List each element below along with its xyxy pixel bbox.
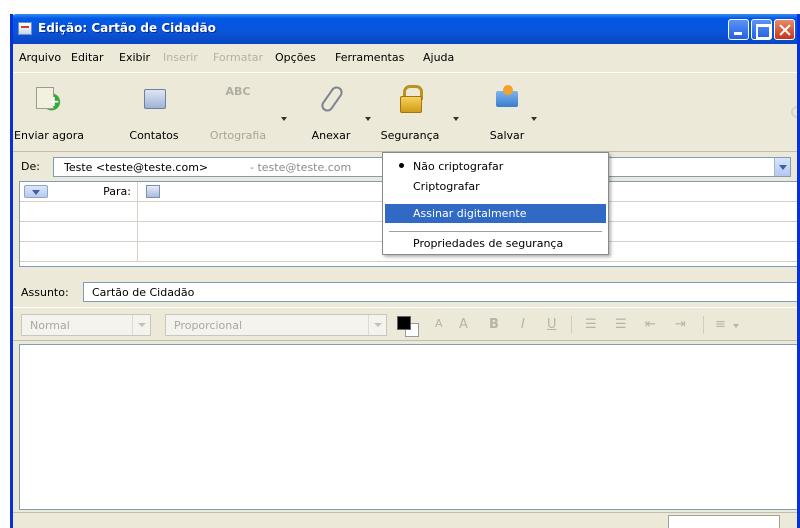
- menu-inserir[interactable]: Inserir: [163, 51, 198, 64]
- align-icon[interactable]: ≡: [715, 317, 726, 332]
- attach-button[interactable]: Anexar: [301, 79, 361, 149]
- format-toolbar: Normal Proporcional A A B I U ☰ ☰ ⇤ ⇥ ≡: [13, 307, 797, 341]
- security-button[interactable]: Segurança: [375, 79, 445, 149]
- message-body-editor[interactable]: [19, 344, 797, 510]
- maximize-button[interactable]: [751, 19, 772, 40]
- bullet-list-icon[interactable]: ☰: [585, 317, 597, 332]
- menu-exibir[interactable]: Exibir: [119, 51, 150, 64]
- minimize-button[interactable]: [728, 19, 749, 40]
- spelling-button[interactable]: ABC Ortografia: [203, 79, 273, 149]
- menu-ferramentas[interactable]: Ferramentas: [335, 51, 404, 64]
- address-card-icon: [146, 185, 160, 198]
- text-color-swatch[interactable]: [397, 316, 411, 330]
- save-button[interactable]: Salvar: [477, 79, 537, 149]
- status-bar: [13, 512, 797, 528]
- font-value: Proporcional: [174, 319, 243, 332]
- recipient-type-cell: [20, 242, 138, 262]
- numbered-list-icon[interactable]: ☰: [615, 317, 627, 332]
- paragraph-style-select[interactable]: Normal: [21, 314, 151, 336]
- menu-editar[interactable]: Editar: [71, 51, 104, 64]
- menu-item-label: Não criptografar: [413, 160, 504, 173]
- recipient-type-select[interactable]: Para:: [20, 182, 138, 202]
- subject-input[interactable]: Cartão de Cidadão: [83, 282, 797, 302]
- send-icon: [36, 85, 62, 111]
- paperclip-icon: [318, 85, 344, 111]
- spelling-dropdown-arrow[interactable]: [281, 117, 287, 121]
- outdent-icon[interactable]: ⇤: [645, 317, 656, 332]
- toolbar-separator: [571, 316, 572, 334]
- indent-icon[interactable]: ⇥: [675, 317, 686, 332]
- from-value: Teste <teste@teste.com>: [64, 161, 209, 174]
- window-title: Edição: Cartão de Cidadão: [38, 21, 216, 35]
- recipient-type-cell: [20, 202, 138, 222]
- chevron-down-icon[interactable]: [24, 185, 48, 198]
- chevron-down-icon[interactable]: [774, 158, 790, 176]
- lock-icon: [397, 85, 423, 113]
- recipient-type-cell: [20, 222, 138, 242]
- save-icon: [494, 85, 520, 111]
- font-select[interactable]: Proporcional: [165, 314, 387, 336]
- italic-button[interactable]: I: [521, 317, 525, 332]
- menu-bar: Arquivo Editar Exibir Inserir Formatar O…: [13, 48, 797, 68]
- attach-label: Anexar: [311, 129, 351, 142]
- status-pane: [668, 515, 780, 528]
- from-label: De:: [21, 160, 40, 173]
- menu-formatar[interactable]: Formatar: [213, 51, 263, 64]
- larger-font-button[interactable]: A: [459, 317, 468, 332]
- address-book-icon: [141, 85, 167, 111]
- recipient-type-label: Para:: [103, 185, 131, 198]
- underline-button[interactable]: U: [547, 317, 557, 332]
- attach-dropdown-arrow[interactable]: [365, 117, 371, 121]
- from-extra: - teste@teste.com: [250, 161, 352, 174]
- subject-label: Assunto:: [21, 286, 69, 299]
- menu-ajuda[interactable]: Ajuda: [423, 51, 454, 64]
- chevron-down-icon[interactable]: [368, 315, 386, 335]
- security-label: Segurança: [380, 129, 440, 142]
- contacts-label: Contatos: [129, 129, 179, 142]
- smaller-font-button[interactable]: A: [435, 317, 443, 330]
- throbber-icon: [791, 106, 797, 118]
- spelling-label: Ortografia: [209, 129, 267, 142]
- menu-item-encrypt[interactable]: Criptografar: [385, 177, 606, 196]
- paragraph-style-value: Normal: [30, 319, 70, 332]
- save-dropdown-arrow[interactable]: [531, 117, 537, 121]
- radio-bullet-icon: [399, 163, 404, 168]
- title-bar: Edição: Cartão de Cidadão: [13, 14, 797, 44]
- security-dropdown-arrow[interactable]: [453, 117, 459, 121]
- subject-value: Cartão de Cidadão: [92, 286, 195, 299]
- save-label: Salvar: [489, 129, 525, 142]
- menu-opcoes[interactable]: Opções: [275, 51, 316, 64]
- app-icon: [18, 22, 32, 35]
- align-dropdown-arrow[interactable]: [733, 324, 739, 328]
- main-toolbar: Enviar agora Contatos ABC Ortografia Ane…: [13, 72, 797, 152]
- close-button[interactable]: [774, 19, 795, 40]
- toolbar-separator: [703, 316, 704, 334]
- send-label: Enviar agora: [14, 129, 84, 142]
- menu-separator: [389, 231, 602, 232]
- menu-item-label: Propriedades de segurança: [413, 237, 564, 250]
- chevron-down-icon[interactable]: [132, 315, 150, 335]
- menu-item-no-encrypt[interactable]: Não criptografar: [385, 157, 606, 176]
- menu-item-label: Criptografar: [413, 180, 480, 193]
- subject-row: Assunto: Cartão de Cidadão: [13, 280, 797, 304]
- compose-window: Edição: Cartão de Cidadão Arquivo Editar…: [10, 14, 800, 528]
- spellcheck-icon: ABC: [225, 85, 251, 98]
- menu-item-label: Assinar digitalmente: [413, 207, 527, 220]
- bold-button[interactable]: B: [489, 317, 499, 332]
- send-now-button[interactable]: Enviar agora: [13, 79, 85, 149]
- menu-item-sign-digitally[interactable]: Assinar digitalmente: [385, 204, 606, 223]
- menu-arquivo[interactable]: Arquivo: [19, 51, 61, 64]
- security-menu: Não criptografar Criptografar Assinar di…: [382, 152, 609, 255]
- menu-item-security-properties[interactable]: Propriedades de segurança: [385, 234, 606, 253]
- contacts-button[interactable]: Contatos: [119, 79, 189, 149]
